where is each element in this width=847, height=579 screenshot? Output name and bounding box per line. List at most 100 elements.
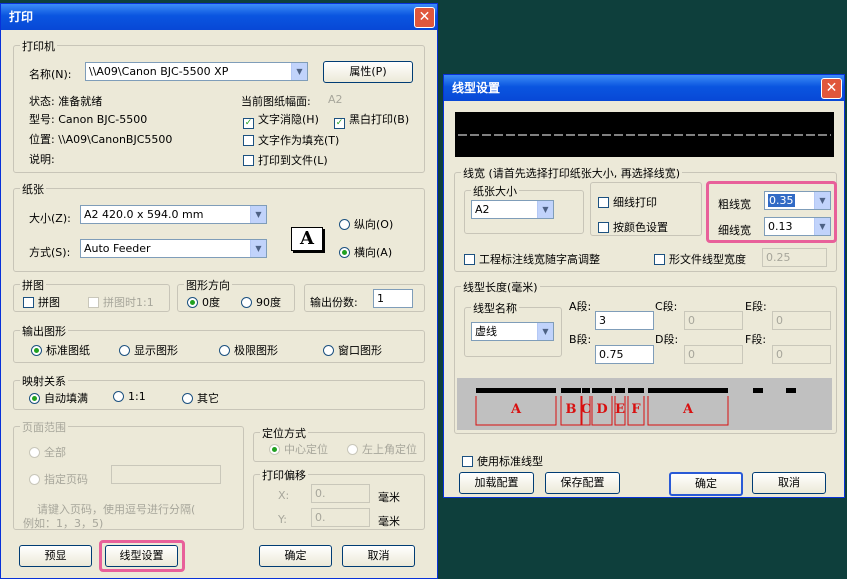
line-preview-black (455, 112, 834, 157)
x-label: X: (278, 489, 290, 502)
segment-preview-svg: A B C D E F A (475, 388, 796, 426)
disp-radio[interactable]: 显示图形 (119, 342, 178, 358)
preview-button[interactable]: 预显 (19, 545, 92, 567)
all-radio[interactable]: 全部 (29, 444, 66, 460)
seg-b-input[interactable]: 0.75 (595, 345, 654, 364)
text-hide-checkbox[interactable]: ✓ 文字消隐(H) (243, 111, 319, 129)
deg0-radio[interactable]: 0度 (187, 294, 220, 310)
checkbox-icon: ✓ (334, 118, 345, 129)
name-label: 名称(N): (29, 68, 72, 81)
extent-radio[interactable]: 极限图形 (219, 342, 278, 358)
seg-d-label: D段: (655, 333, 679, 346)
pages-input[interactable] (111, 465, 221, 484)
dashed-line-preview (458, 134, 831, 136)
y-input[interactable]: 0. (311, 508, 370, 527)
y-label: Y: (278, 513, 287, 526)
mode-label: 方式(S): (29, 246, 71, 259)
center-radio[interactable]: 中心定位 (269, 441, 328, 457)
page-hint-2: 例如：1，3，5) (23, 517, 104, 530)
seg-e-input[interactable]: 0 (772, 311, 831, 330)
comment-text: 说明: (29, 153, 55, 166)
fine-print-checkbox[interactable]: 细线打印 (598, 194, 657, 210)
mode-select[interactable]: Auto Feeder ▼ (80, 239, 267, 258)
to-file-checkbox[interactable]: 打印到文件(L) (243, 152, 328, 168)
linetype-select[interactable]: 虚线 ▼ (471, 322, 554, 341)
highlight-box (99, 540, 185, 572)
size-label: 大小(Z): (29, 212, 71, 225)
status-text: 状态: 准备就绪 (29, 95, 103, 108)
x-input[interactable]: 0. (311, 484, 370, 503)
preview-label-a1: A (510, 402, 522, 417)
print-title: 打印 (1, 4, 437, 30)
preview-label-d: D (596, 402, 607, 417)
seg-e-label: E段: (745, 300, 767, 313)
checkbox-icon: ✓ (243, 118, 254, 129)
chevron-down-icon: ▼ (250, 240, 266, 257)
chevron-down-icon: ▼ (537, 323, 553, 340)
orientation-icon: A (291, 227, 323, 251)
ok-button[interactable]: 确定 (259, 545, 332, 567)
x-unit: 毫米 (378, 491, 400, 504)
checkbox-icon (243, 155, 254, 166)
model-text: 型号: Canon BJC-5500 (29, 113, 148, 126)
text-fill-checkbox[interactable]: 文字作为填充(T) (243, 132, 339, 148)
preview-label-f: F (631, 402, 641, 417)
linetype-title: 线型设置 (444, 75, 844, 101)
segment-preview: A B C D E F A (457, 378, 832, 430)
seg-c-label: C段: (655, 300, 678, 313)
paper-select[interactable]: A2 ▼ (471, 200, 554, 219)
printer-select[interactable]: \\A09\Canon BJC-5500 XP ▼ (85, 62, 308, 81)
load-config-button[interactable]: 加载配置 (459, 472, 534, 494)
deg90-radio[interactable]: 90度 (241, 294, 281, 310)
file-width-checkbox[interactable]: 形文件线型宽度 (654, 251, 746, 267)
copies-label: 输出份数: (310, 296, 358, 309)
preview-label-c: C (581, 402, 591, 417)
upper-left-radio[interactable]: 左上角定位 (347, 441, 417, 457)
other-radio[interactable]: 其它 (182, 390, 219, 406)
chevron-down-icon: ▼ (537, 201, 553, 218)
tile-checkbox[interactable]: 拼图 (23, 294, 60, 310)
chevron-down-icon: ▼ (291, 63, 307, 80)
ok-button[interactable]: 确定 (669, 472, 743, 496)
seg-f-input[interactable]: 0 (772, 345, 831, 364)
one-one-radio[interactable]: 1:1 (113, 390, 146, 403)
cancel-button[interactable]: 取消 (752, 472, 826, 494)
close-icon[interactable]: ✕ (821, 78, 842, 99)
pages-radio[interactable]: 指定页码 (29, 471, 88, 487)
seg-a-label: A段: (569, 300, 592, 313)
bw-checkbox[interactable]: ✓ 黑白打印(B) (334, 111, 409, 129)
cancel-button[interactable]: 取消 (342, 545, 415, 567)
auto-fill-radio[interactable]: 自动填满 (29, 390, 88, 406)
paper-size-value: A2 (328, 93, 343, 106)
seg-f-label: F段: (745, 333, 767, 346)
by-color-checkbox[interactable]: 按颜色设置 (598, 219, 668, 235)
close-icon[interactable]: ✕ (414, 7, 435, 28)
landscape-radio[interactable]: 横向(A) (339, 244, 392, 260)
checkbox-icon (243, 135, 254, 146)
seg-b-label: B段: (569, 333, 592, 346)
use-std-checkbox[interactable]: 使用标准线型 (462, 453, 543, 469)
properties-button[interactable]: 属性(P) (323, 61, 413, 83)
preview-label-a2: A (682, 402, 694, 417)
preview-label-e: E (615, 402, 625, 417)
copies-input[interactable]: 1 (373, 289, 413, 308)
file-width-input[interactable]: 0.25 (762, 248, 827, 267)
seg-d-input[interactable]: 0 (684, 345, 743, 364)
chevron-down-icon: ▼ (250, 206, 266, 223)
save-config-button[interactable]: 保存配置 (545, 472, 620, 494)
seg-a-input[interactable]: 3 (595, 311, 654, 330)
tile-1to1-checkbox[interactable]: 拼图时1:1 (88, 294, 154, 310)
size-select[interactable]: A2 420.0 x 594.0 mm ▼ (80, 205, 267, 224)
std-radio[interactable]: 标准图纸 (31, 342, 90, 358)
y-unit: 毫米 (378, 515, 400, 528)
annot-adjust-checkbox[interactable]: 工程标注线宽随字高调整 (464, 251, 600, 267)
seg-c-input[interactable]: 0 (684, 311, 743, 330)
window-radio[interactable]: 窗口图形 (323, 342, 382, 358)
paper-size-label: 当前图纸幅面: (241, 95, 311, 108)
print-dialog: 打印 ✕ 打印机 名称(N): \\A09\Canon BJC-5500 XP ▼… (0, 3, 438, 579)
portrait-radio[interactable]: 纵向(O) (339, 216, 393, 232)
linetype-dialog: 线型设置 ✕ 线宽 (请首先选择打印纸张大小, 再选择线宽) 纸张大小 A2 ▼ … (443, 74, 845, 498)
highlight-box (706, 181, 837, 243)
preview-label-b: B (566, 402, 577, 417)
location-text: 位置: \\A09\CanonBJC5500 (29, 133, 173, 146)
